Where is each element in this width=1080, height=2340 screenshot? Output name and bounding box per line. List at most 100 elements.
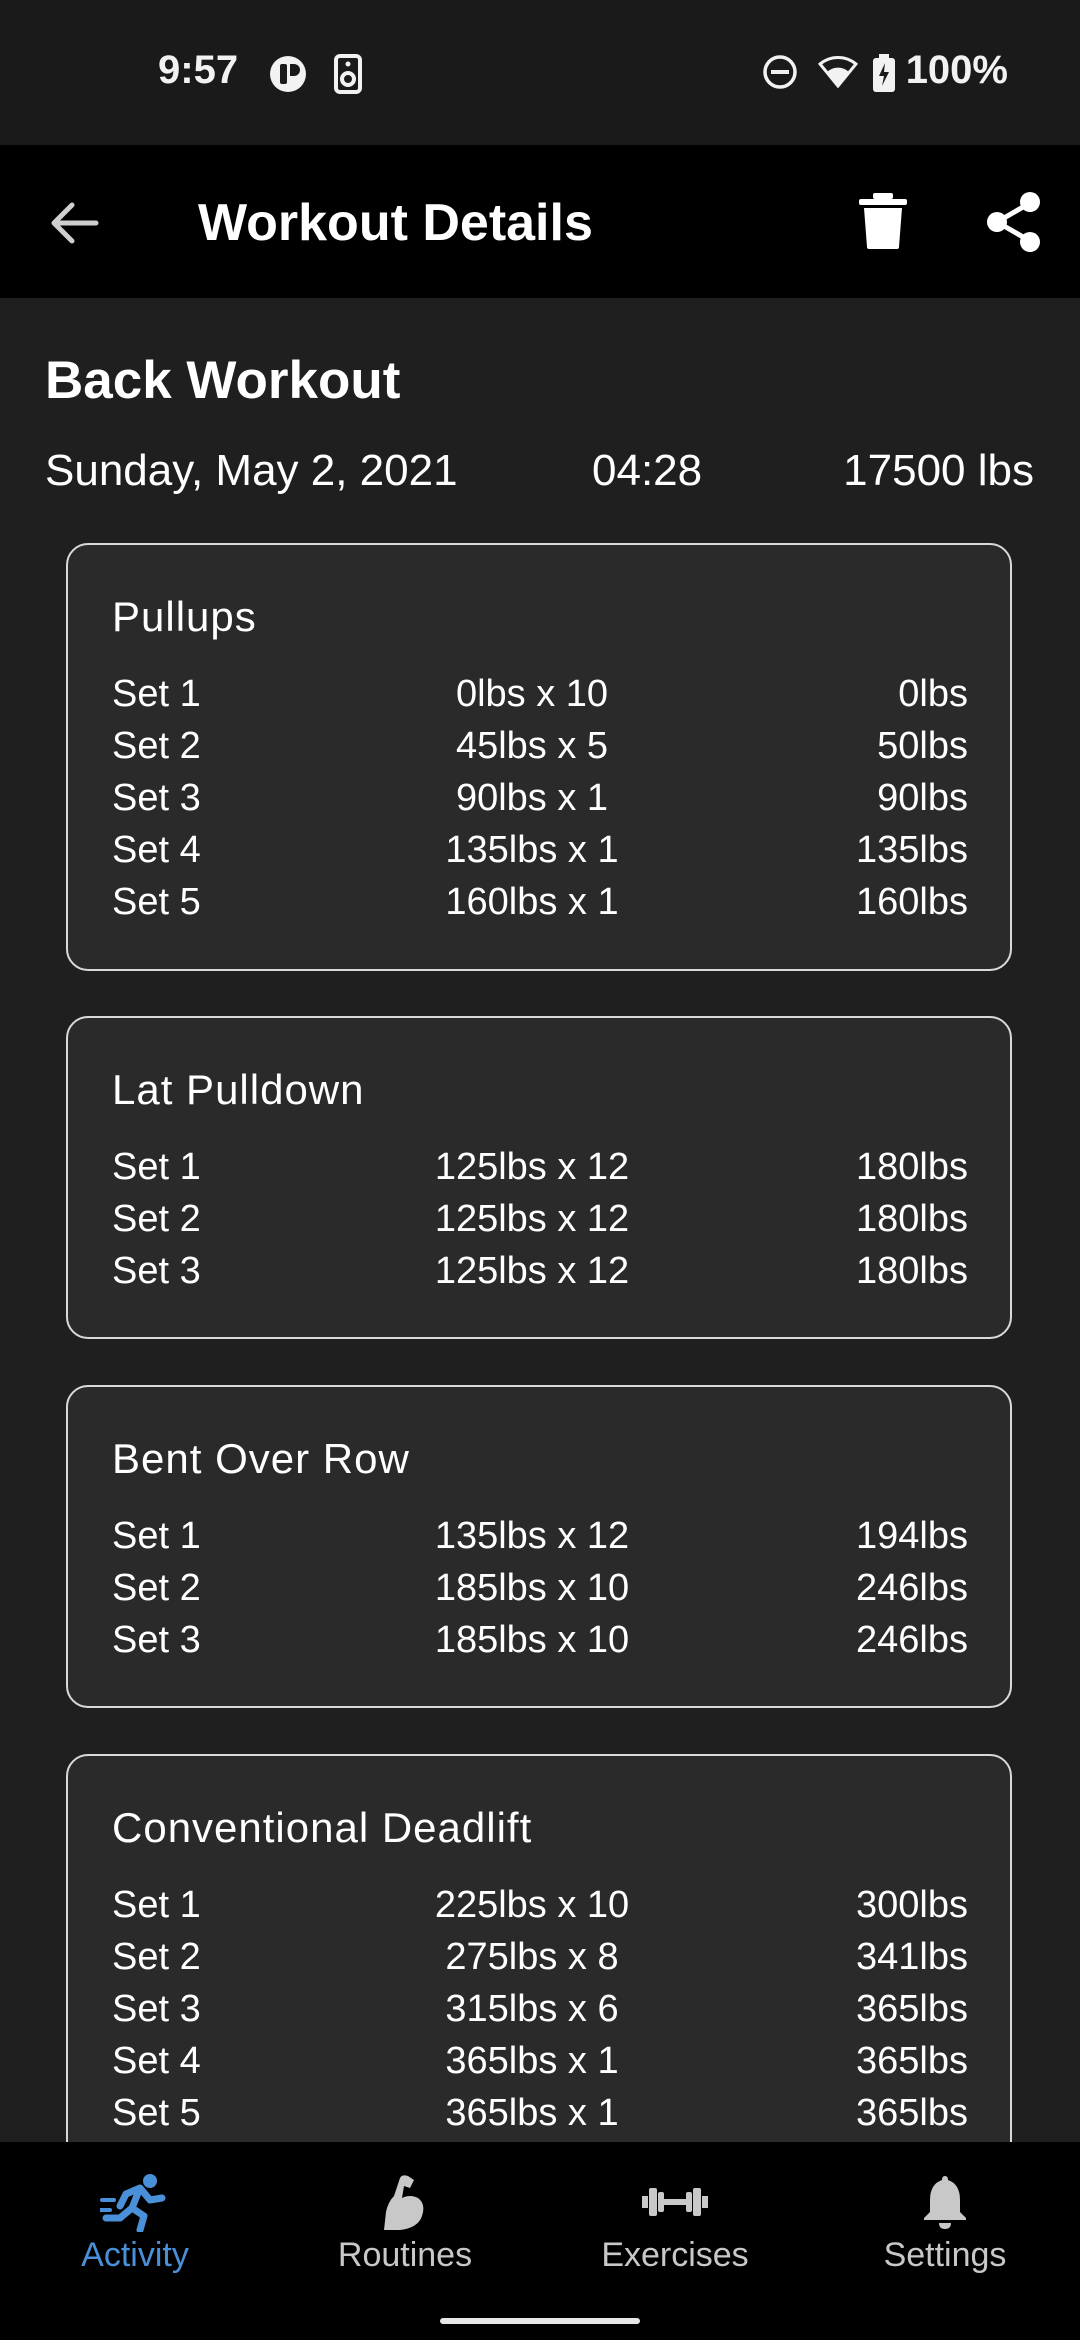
- workout-duration: 04:28: [592, 446, 703, 495]
- set-row: Set 2 45lbs x 5 50lbs: [112, 725, 968, 777]
- exercise-name: Pullups: [112, 593, 257, 640]
- set-label: Set 3: [112, 777, 201, 819]
- set-row: Set 3 125lbs x 12 180lbs: [112, 1250, 968, 1302]
- app-bar: Workout Details: [0, 145, 1080, 298]
- set-label: Set 2: [112, 1567, 201, 1609]
- set-detail: 365lbs x 1: [445, 2040, 619, 2082]
- workout-total-weight: 17500 lbs: [843, 446, 1034, 495]
- set-row: Set 3 185lbs x 10 246lbs: [112, 1619, 968, 1671]
- workout-details-screen: 9:57 100% Workout Details Back Workout S…: [0, 0, 1080, 2340]
- status-time: 9:57: [158, 48, 239, 92]
- set-label: Set 3: [112, 1250, 201, 1292]
- set-label: Set 5: [112, 881, 201, 923]
- set-estimated-max: 365lbs: [856, 1988, 968, 2030]
- set-row: Set 1 225lbs x 10 300lbs: [112, 1884, 968, 1936]
- running-icon: [100, 2174, 166, 2232]
- set-label: Set 1: [112, 673, 201, 715]
- flexed-arm-icon: [384, 2175, 424, 2230]
- exercise-card[interactable]: Conventional Deadlift Set 1 225lbs x 10 …: [66, 1754, 1012, 2184]
- set-detail: 225lbs x 10: [434, 1884, 630, 1926]
- dumbbell-icon: [642, 2188, 708, 2216]
- set-estimated-max: 180lbs: [856, 1250, 968, 1292]
- wifi-icon: [818, 56, 858, 88]
- set-detail: 135lbs x 1: [445, 829, 619, 871]
- set-estimated-max: 160lbs: [856, 881, 968, 923]
- nav-item-settings[interactable]: Settings: [810, 2142, 1080, 2296]
- set-row: Set 2 275lbs x 8 341lbs: [112, 1936, 968, 1988]
- set-label: Set 3: [112, 1988, 201, 2030]
- set-estimated-max: 246lbs: [856, 1567, 968, 1609]
- set-estimated-max: 180lbs: [856, 1198, 968, 1240]
- back-arrow-icon[interactable]: [46, 195, 102, 251]
- set-label: Set 2: [112, 1936, 201, 1978]
- set-estimated-max: 246lbs: [856, 1619, 968, 1661]
- set-label: Set 5: [112, 2092, 201, 2134]
- set-detail: 315lbs x 6: [445, 1988, 619, 2030]
- set-row: Set 2 125lbs x 12 180lbs: [112, 1198, 968, 1250]
- set-detail: 185lbs x 10: [434, 1567, 630, 1609]
- set-detail: 125lbs x 12: [434, 1250, 630, 1292]
- exercise-card[interactable]: Lat Pulldown Set 1 125lbs x 12 180lbs Se…: [66, 1016, 1012, 1339]
- bell-icon: [924, 2176, 966, 2229]
- set-row: Set 4 135lbs x 1 135lbs: [112, 829, 968, 881]
- set-estimated-max: 341lbs: [856, 1936, 968, 1978]
- set-row: Set 1 135lbs x 12 194lbs: [112, 1515, 968, 1567]
- set-detail: 160lbs x 1: [445, 881, 619, 923]
- do-not-disturb-icon: [763, 55, 797, 89]
- set-row: Set 3 90lbs x 1 90lbs: [112, 777, 968, 829]
- set-label: Set 1: [112, 1515, 201, 1557]
- exercise-name: Conventional Deadlift: [112, 1804, 533, 1851]
- battery-charging-icon: [873, 54, 895, 92]
- bottom-navigation: Activity Routines Exercises Settings: [0, 2142, 1080, 2296]
- status-bar: 9:57 100%: [0, 0, 1080, 145]
- set-row: Set 1 125lbs x 12 180lbs: [112, 1146, 968, 1198]
- set-estimated-max: 50lbs: [877, 725, 968, 767]
- set-label: Set 4: [112, 829, 201, 871]
- set-detail: 125lbs x 12: [434, 1146, 630, 1188]
- set-row: Set 3 315lbs x 6 365lbs: [112, 1988, 968, 2040]
- set-detail: 45lbs x 5: [455, 725, 609, 767]
- set-row: Set 2 185lbs x 10 246lbs: [112, 1567, 968, 1619]
- delete-icon[interactable]: [855, 191, 911, 251]
- set-detail: 90lbs x 1: [455, 777, 609, 819]
- nav-item-activity[interactable]: Activity: [0, 2142, 270, 2296]
- share-icon[interactable]: [985, 191, 1043, 253]
- page-title: Workout Details: [198, 194, 593, 252]
- set-estimated-max: 365lbs: [856, 2092, 968, 2134]
- set-label: Set 2: [112, 725, 201, 767]
- app-notification-icon: [270, 56, 306, 92]
- gesture-handle[interactable]: [440, 2318, 640, 2324]
- exercise-name: Bent Over Row: [112, 1435, 410, 1482]
- nav-item-exercises[interactable]: Exercises: [540, 2142, 810, 2296]
- battery-percentage: 100%: [905, 48, 1008, 92]
- set-estimated-max: 180lbs: [856, 1146, 968, 1188]
- nav-label: Exercises: [601, 2236, 749, 2274]
- set-estimated-max: 90lbs: [877, 777, 968, 819]
- set-estimated-max: 135lbs: [856, 829, 968, 871]
- set-detail: 365lbs x 1: [445, 2092, 619, 2134]
- workout-name: Back Workout: [45, 351, 401, 410]
- speaker-icon: [334, 54, 362, 94]
- set-label: Set 3: [112, 1619, 201, 1661]
- set-label: Set 1: [112, 1884, 201, 1926]
- set-detail: 275lbs x 8: [445, 1936, 619, 1978]
- workout-date: Sunday, May 2, 2021: [45, 446, 458, 495]
- set-estimated-max: 365lbs: [856, 2040, 968, 2082]
- set-detail: 0lbs x 10: [455, 673, 609, 715]
- set-label: Set 2: [112, 1198, 201, 1240]
- set-estimated-max: 0lbs: [898, 673, 968, 715]
- nav-label: Settings: [883, 2236, 1007, 2274]
- nav-label: Activity: [81, 2236, 189, 2274]
- set-row: Set 4 365lbs x 1 365lbs: [112, 2040, 968, 2092]
- set-detail: 185lbs x 10: [434, 1619, 630, 1661]
- exercise-card[interactable]: Bent Over Row Set 1 135lbs x 12 194lbs S…: [66, 1385, 1012, 1708]
- set-row: Set 1 0lbs x 10 0lbs: [112, 673, 968, 725]
- set-row: Set 5 160lbs x 1 160lbs: [112, 881, 968, 933]
- set-label: Set 4: [112, 2040, 201, 2082]
- set-estimated-max: 300lbs: [856, 1884, 968, 1926]
- nav-item-routines[interactable]: Routines: [270, 2142, 540, 2296]
- set-estimated-max: 194lbs: [856, 1515, 968, 1557]
- set-row: Set 5 365lbs x 1 365lbs: [112, 2092, 968, 2144]
- set-detail: 135lbs x 12: [434, 1515, 630, 1557]
- exercise-card[interactable]: Pullups Set 1 0lbs x 10 0lbs Set 2 45lbs…: [66, 543, 1012, 971]
